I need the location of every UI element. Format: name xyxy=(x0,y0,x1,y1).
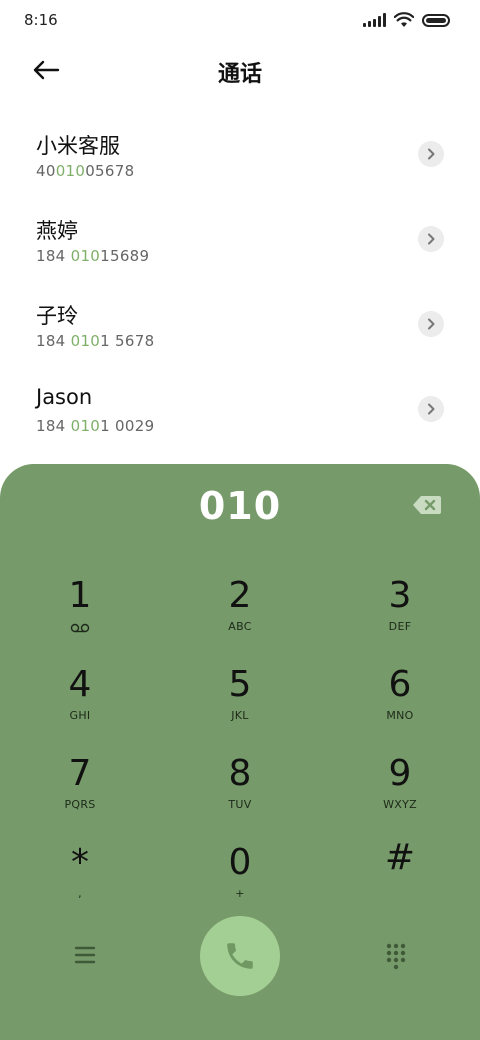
dialpad-panel: 010 1 2 ABC 3 DEF 4 GHI 5 JKL 6 MNO 7 PQ… xyxy=(0,464,480,1040)
contact-name: 小米客服 xyxy=(36,134,120,158)
contact-detail-button[interactable] xyxy=(418,311,444,337)
key-7[interactable]: 7 PQRS xyxy=(20,752,140,832)
key-star[interactable]: * , xyxy=(20,841,140,921)
contact-detail-button[interactable] xyxy=(418,396,444,422)
key-9[interactable]: 9 WXYZ xyxy=(340,752,460,832)
contact-item[interactable]: 子玲 184 0101 5678 xyxy=(0,280,480,365)
contact-item[interactable]: Jason 184 0101 0029 xyxy=(0,365,480,450)
key-5[interactable]: 5 JKL xyxy=(180,663,300,743)
chevron-right-icon xyxy=(428,318,435,330)
status-time: 8:16 xyxy=(24,11,58,29)
key-0[interactable]: 0 + xyxy=(180,841,300,921)
menu-icon[interactable] xyxy=(70,942,100,968)
page-title: 通话 xyxy=(217,62,262,87)
phone-icon xyxy=(227,943,253,969)
contact-item[interactable]: 小米客服 4001005678 xyxy=(0,110,480,195)
contact-number: 184 01015689 xyxy=(36,247,150,265)
key-hash[interactable]: # xyxy=(340,836,460,916)
contact-number: 184 0101 5678 xyxy=(36,332,155,350)
signal-icon xyxy=(363,13,386,27)
voicemail-icon xyxy=(70,623,90,633)
key-2[interactable]: 2 ABC xyxy=(180,574,300,654)
wifi-icon xyxy=(394,12,414,27)
key-8[interactable]: 8 TUV xyxy=(180,752,300,832)
header: 通话 xyxy=(0,44,480,96)
chevron-right-icon xyxy=(428,233,435,245)
key-1[interactable]: 1 xyxy=(20,574,140,654)
dialpad-actions xyxy=(0,914,480,998)
call-button[interactable] xyxy=(200,916,280,996)
chevron-right-icon xyxy=(428,403,435,415)
contact-list: 小米客服 4001005678 燕婷 184 01015689 子玲 184 0… xyxy=(0,110,480,450)
contact-name: Jason xyxy=(36,385,93,409)
status-bar: 8:16 xyxy=(0,0,480,40)
contact-item[interactable]: 燕婷 184 01015689 xyxy=(0,195,480,280)
chevron-right-icon xyxy=(428,148,435,160)
contact-name: 燕婷 xyxy=(36,219,78,243)
status-icons xyxy=(363,12,450,28)
key-6[interactable]: 6 MNO xyxy=(340,663,460,743)
contact-number: 4001005678 xyxy=(36,162,135,180)
contact-detail-button[interactable] xyxy=(418,141,444,167)
battery-icon xyxy=(422,13,450,27)
dialpad-icon[interactable] xyxy=(384,942,408,970)
key-4[interactable]: 4 GHI xyxy=(20,663,140,743)
contact-detail-button[interactable] xyxy=(418,226,444,252)
backspace-icon[interactable] xyxy=(412,494,442,516)
contact-name: 子玲 xyxy=(36,304,78,328)
contact-number: 184 0101 0029 xyxy=(36,417,155,435)
dialed-number: 010 xyxy=(198,484,282,528)
key-3[interactable]: 3 DEF xyxy=(340,574,460,654)
